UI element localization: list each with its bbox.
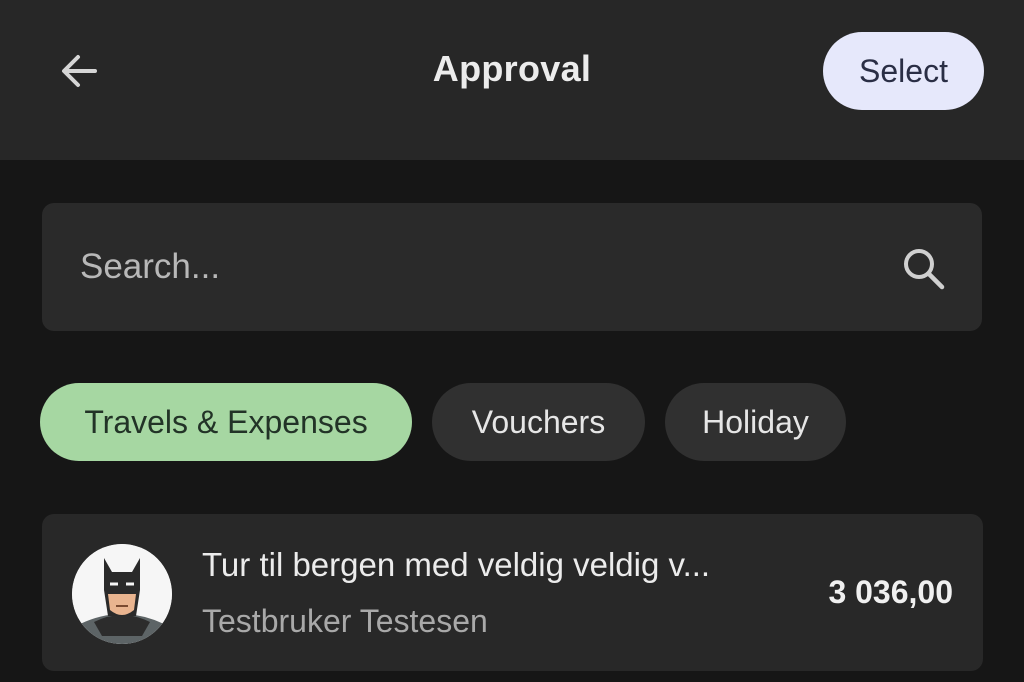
item-subtitle: Testbruker Testesen [202, 603, 488, 639]
item-title: Tur til bergen med veldig veldig v... [202, 546, 711, 583]
search-bar[interactable] [42, 203, 982, 331]
avatar [72, 544, 172, 644]
select-button[interactable]: Select [823, 32, 984, 110]
approval-list-item[interactable]: Tur til bergen med veldig veldig v... Te… [42, 514, 983, 671]
item-amount: 3 036,00 [828, 574, 953, 610]
batman-avatar-icon [72, 544, 172, 644]
search-icon[interactable] [900, 245, 948, 293]
chip-vouchers[interactable]: Vouchers [432, 383, 645, 461]
search-input[interactable] [80, 203, 880, 331]
chip-holiday[interactable]: Holiday [665, 383, 846, 461]
app-header: Approval Select [0, 0, 1024, 160]
chip-travels-expenses[interactable]: Travels & Expenses [40, 383, 412, 461]
